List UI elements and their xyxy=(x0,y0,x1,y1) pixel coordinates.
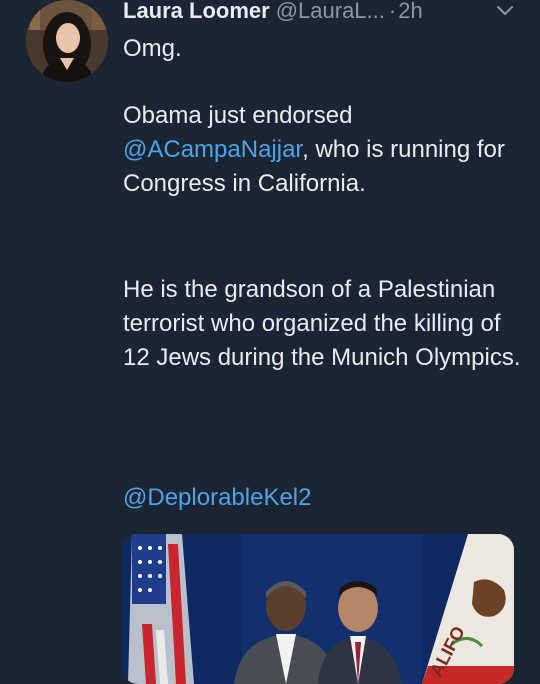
avatar-photo xyxy=(26,0,108,82)
tweet-paragraph-3: He is the grandson of a Palestinian terr… xyxy=(123,276,521,371)
author-handle[interactable]: @LauraL... xyxy=(276,0,385,24)
tweet-header: Laura Loomer @LauraL... · 2h xyxy=(123,0,423,26)
tweet-paragraph-2: Obama just endorsed @ACampaNajjar, who i… xyxy=(123,99,523,201)
tweet[interactable]: Laura Loomer @LauraL... · 2h Omg. Obama … xyxy=(0,0,540,684)
separator-dot: · xyxy=(388,0,397,23)
avatar[interactable] xyxy=(26,0,108,82)
chevron-down-icon[interactable] xyxy=(496,4,514,18)
author-name[interactable]: Laura Loomer xyxy=(123,0,270,24)
tweet-timestamp[interactable]: 2h xyxy=(398,0,422,24)
tweet-media-image[interactable]: ALIFO xyxy=(122,534,514,684)
mention-link-deplorablekel2[interactable]: @DeplorableKel2 xyxy=(123,481,523,515)
paragraph2-pre: Obama just endorsed xyxy=(123,102,353,129)
tweet-text-line1: Omg. xyxy=(123,35,182,62)
media-photo: ALIFO xyxy=(122,534,514,684)
mention-link-acampanajjar[interactable]: @ACampaNajjar xyxy=(123,136,302,163)
